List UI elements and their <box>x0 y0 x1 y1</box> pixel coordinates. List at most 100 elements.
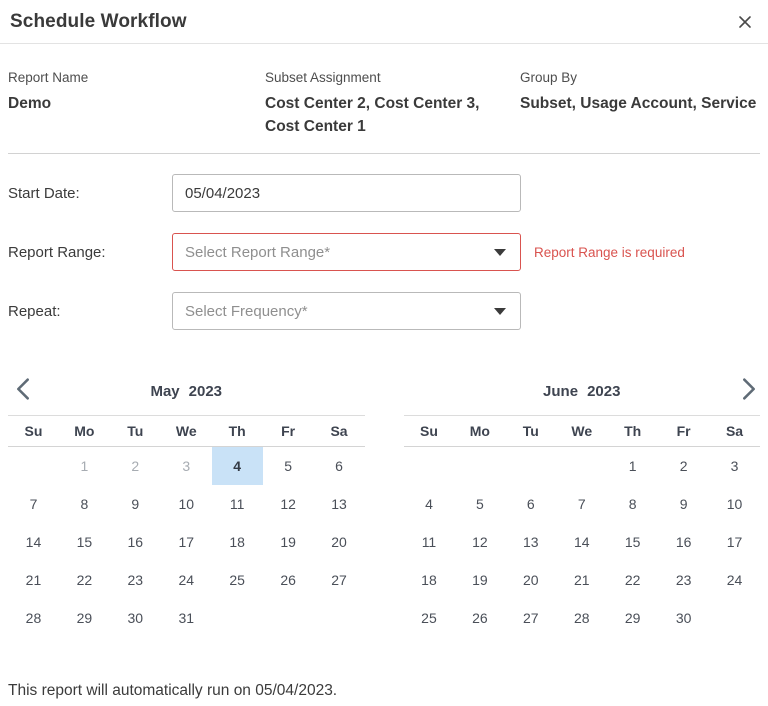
day-cell[interactable]: 29 <box>607 599 658 637</box>
day-cell[interactable]: 1 <box>607 447 658 485</box>
day-cell[interactable]: 10 <box>161 485 212 523</box>
empty-day-cell <box>8 447 59 485</box>
calendar-title: May2023 <box>8 383 365 400</box>
day-cell[interactable]: 11 <box>212 485 263 523</box>
day-cell[interactable]: 16 <box>110 523 161 561</box>
day-cell[interactable]: 12 <box>454 523 505 561</box>
day-cell[interactable]: 6 <box>505 485 556 523</box>
caret-down-icon <box>494 249 506 256</box>
day-cell[interactable]: 23 <box>658 561 709 599</box>
month-name: June <box>543 383 578 400</box>
weekday-label: Tu <box>505 423 556 439</box>
day-cell[interactable]: 2 <box>658 447 709 485</box>
weekday-label: Mo <box>59 423 110 439</box>
day-cell[interactable]: 28 <box>8 599 59 637</box>
calendar-june: June2023 SuMoTuWeThFrSa 1234567891011121… <box>404 368 761 637</box>
day-cell[interactable]: 5 <box>454 485 505 523</box>
day-cell[interactable]: 9 <box>110 485 161 523</box>
day-cell[interactable]: 29 <box>59 599 110 637</box>
day-cell[interactable]: 24 <box>161 561 212 599</box>
day-cell[interactable]: 8 <box>607 485 658 523</box>
weekday-label: Mo <box>454 423 505 439</box>
day-cell[interactable]: 3 <box>709 447 760 485</box>
weekday-label: Sa <box>709 423 760 439</box>
x-close-icon <box>738 15 752 29</box>
day-cell[interactable]: 7 <box>8 485 59 523</box>
day-cell[interactable]: 4 <box>404 485 455 523</box>
report-range-label: Report Range: <box>8 244 172 261</box>
day-cell[interactable]: 18 <box>404 561 455 599</box>
weekday-label: Fr <box>658 423 709 439</box>
day-cell[interactable]: 13 <box>314 485 365 523</box>
weekday-label: Su <box>8 423 59 439</box>
day-cell[interactable]: 20 <box>505 561 556 599</box>
day-cell[interactable]: 12 <box>263 485 314 523</box>
weekday-header: SuMoTuWeThFrSa <box>404 415 761 447</box>
empty-day-cell <box>505 447 556 485</box>
day-cell[interactable]: 23 <box>110 561 161 599</box>
day-cell[interactable]: 26 <box>454 599 505 637</box>
weekday-label: Tu <box>110 423 161 439</box>
report-range-error: Report Range is required <box>534 245 685 260</box>
day-cell[interactable]: 17 <box>161 523 212 561</box>
day-cell[interactable]: 18 <box>212 523 263 561</box>
weekday-label: We <box>556 423 607 439</box>
day-cell[interactable]: 7 <box>556 485 607 523</box>
day-cell[interactable]: 27 <box>314 561 365 599</box>
empty-day-cell <box>404 447 455 485</box>
day-cell[interactable]: 11 <box>404 523 455 561</box>
empty-day-cell <box>709 599 760 637</box>
day-cell[interactable]: 22 <box>607 561 658 599</box>
next-month-button[interactable] <box>742 377 756 401</box>
start-date-input[interactable] <box>172 174 521 212</box>
day-cell[interactable]: 10 <box>709 485 760 523</box>
summary-report-name: Report Name Demo <box>8 70 265 138</box>
day-cell[interactable]: 16 <box>658 523 709 561</box>
month-year: 2023 <box>189 383 222 400</box>
report-range-placeholder: Select Report Range* <box>185 244 330 261</box>
weekday-header: SuMoTuWeThFrSa <box>8 415 365 447</box>
day-cell[interactable]: 4 <box>212 447 263 485</box>
report-range-select[interactable]: Select Report Range* <box>172 233 521 271</box>
day-cell[interactable]: 25 <box>404 599 455 637</box>
month-year: 2023 <box>587 383 620 400</box>
schedule-form: Start Date: Report Range: Select Report … <box>0 154 768 330</box>
empty-day-cell <box>314 599 365 637</box>
day-cell[interactable]: 21 <box>8 561 59 599</box>
day-cell[interactable]: 26 <box>263 561 314 599</box>
day-cell[interactable]: 8 <box>59 485 110 523</box>
day-cell[interactable]: 2 <box>110 447 161 485</box>
day-cell[interactable]: 3 <box>161 447 212 485</box>
repeat-row: Repeat: Select Frequency* <box>8 292 768 330</box>
day-cell[interactable]: 19 <box>263 523 314 561</box>
day-cell[interactable]: 17 <box>709 523 760 561</box>
day-cell[interactable]: 15 <box>59 523 110 561</box>
day-cell[interactable]: 14 <box>8 523 59 561</box>
day-cell[interactable]: 28 <box>556 599 607 637</box>
report-name-label: Report Name <box>8 70 265 85</box>
day-cell[interactable]: 6 <box>314 447 365 485</box>
day-cell[interactable]: 21 <box>556 561 607 599</box>
day-cell[interactable]: 9 <box>658 485 709 523</box>
day-cell[interactable]: 20 <box>314 523 365 561</box>
repeat-placeholder: Select Frequency* <box>185 303 308 320</box>
day-cell[interactable]: 5 <box>263 447 314 485</box>
day-cell[interactable]: 30 <box>110 599 161 637</box>
day-cell[interactable]: 25 <box>212 561 263 599</box>
day-cell[interactable]: 15 <box>607 523 658 561</box>
weekday-label: Th <box>607 423 658 439</box>
day-cell[interactable]: 19 <box>454 561 505 599</box>
day-cell[interactable]: 22 <box>59 561 110 599</box>
day-cell[interactable]: 31 <box>161 599 212 637</box>
day-cell[interactable]: 1 <box>59 447 110 485</box>
calendar-header: June 2023 <box>404 368 761 415</box>
day-cell[interactable]: 30 <box>658 599 709 637</box>
close-icon[interactable] <box>738 15 752 29</box>
day-cell[interactable]: 13 <box>505 523 556 561</box>
repeat-select[interactable]: Select Frequency* <box>172 292 521 330</box>
day-cell[interactable]: 24 <box>709 561 760 599</box>
day-cell[interactable]: 14 <box>556 523 607 561</box>
day-grid: 1234567891011121314151617181920212223242… <box>8 447 365 637</box>
day-cell[interactable]: 27 <box>505 599 556 637</box>
schedule-workflow-modal: Schedule Workflow Report Name Demo Subse… <box>0 0 768 700</box>
